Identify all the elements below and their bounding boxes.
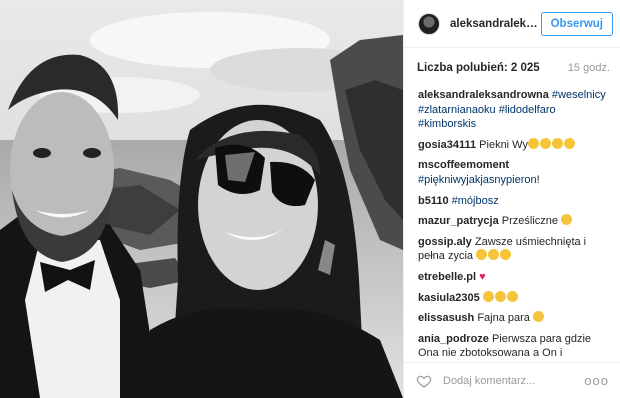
username-link[interactable]: aleksandraleksa...: [450, 18, 541, 30]
ok-hand-emoji-icon: [500, 249, 512, 261]
avatar[interactable]: [418, 12, 440, 35]
hashtag-link[interactable]: #kimborskis: [418, 118, 476, 130]
post-header: aleksandraleksa... Obserwuj: [404, 0, 620, 48]
comment-item: mscoffeemoment #piękniwyjakjasnypieron!: [418, 158, 612, 187]
hashtag-link[interactable]: #mójbosz: [452, 195, 499, 207]
likes-count[interactable]: Liczba polubień: 2 025: [417, 62, 540, 74]
comment-item: aleksandraleksandrowna #weselnicy #zlata…: [418, 88, 612, 132]
comment-text: Fajna para: [474, 312, 533, 325]
heart-eyes-emoji-icon: [551, 137, 563, 149]
comment-item: mazur_patrycja Prześliczne: [418, 214, 612, 229]
likes-row: Liczba polubień: 2 025 15 godz.: [417, 62, 610, 74]
heart-eyes-emoji-icon: [539, 137, 551, 149]
comment-text: !: [536, 173, 540, 186]
red-heart-emoji-icon: ♥: [479, 270, 486, 283]
couple-emoji-icon: [563, 137, 575, 149]
comment-username[interactable]: kasiula2305: [418, 292, 480, 304]
post-sidebar: aleksandraleksa... Obserwuj Liczba polub…: [403, 0, 620, 398]
comment-username[interactable]: etrebelle.pl: [418, 271, 476, 283]
comment-username[interactable]: b5110: [418, 195, 449, 207]
comment-item: gosia34111 Piekni Wy: [418, 137, 612, 153]
comment-item: gossip.aly Zawsze uśmiechnięta i pełna z…: [418, 235, 612, 264]
comments-list: aleksandraleksandrowna #weselnicy #zlata…: [418, 88, 612, 358]
comment-username[interactable]: mazur_patrycja: [418, 215, 499, 227]
comment-text: Prześliczne: [498, 215, 562, 228]
comment-bar: Dodaj komentarz... ooo: [404, 362, 620, 398]
heart-eyes-emoji-icon: [506, 290, 518, 302]
comment-text: Piekni Wy: [476, 138, 528, 151]
heart-eyes-emoji-icon: [527, 137, 539, 149]
comment-item: etrebelle.pl ♥: [418, 270, 612, 285]
follow-button[interactable]: Obserwuj: [540, 11, 613, 36]
comment-username[interactable]: elissasush: [418, 312, 474, 324]
photo-image: [0, 0, 403, 398]
hashtag-link[interactable]: #weselnicy: [552, 89, 606, 101]
comment-username[interactable]: ania_podroze: [418, 333, 489, 345]
post-time[interactable]: 15 godz.: [568, 62, 610, 74]
heart-eyes-emoji-icon: [482, 290, 494, 302]
hashtag-link[interactable]: #zlatarnianaoku: [418, 104, 496, 116]
heart-outline-icon[interactable]: [416, 373, 432, 389]
kiss-emoji-icon: [532, 311, 544, 323]
comment-item: elissasush Fajna para: [418, 311, 612, 326]
post-photo[interactable]: [0, 0, 403, 398]
comment-item: b5110 #mójbosz: [418, 194, 612, 209]
comment-username[interactable]: gossip.aly: [418, 236, 472, 248]
hashtag-link[interactable]: #lidodelfaro: [499, 104, 556, 116]
comment-username[interactable]: aleksandraleksandrowna: [418, 89, 549, 101]
comment-input[interactable]: Dodaj komentarz...: [443, 375, 584, 387]
comment-username[interactable]: mscoffeemoment: [418, 159, 509, 171]
heart-eyes-emoji-icon: [476, 249, 488, 261]
blush-emoji-icon: [488, 249, 500, 261]
heart-eyes-emoji-icon: [494, 290, 506, 302]
heart-eyes-emoji-icon: [561, 214, 573, 226]
more-options-button[interactable]: ooo: [584, 373, 609, 388]
hashtag-link[interactable]: #piękniwyjakjasnypieron: [418, 174, 537, 186]
comment-item: kasiula2305: [418, 290, 612, 306]
comment-username[interactable]: gosia34111: [418, 139, 476, 151]
